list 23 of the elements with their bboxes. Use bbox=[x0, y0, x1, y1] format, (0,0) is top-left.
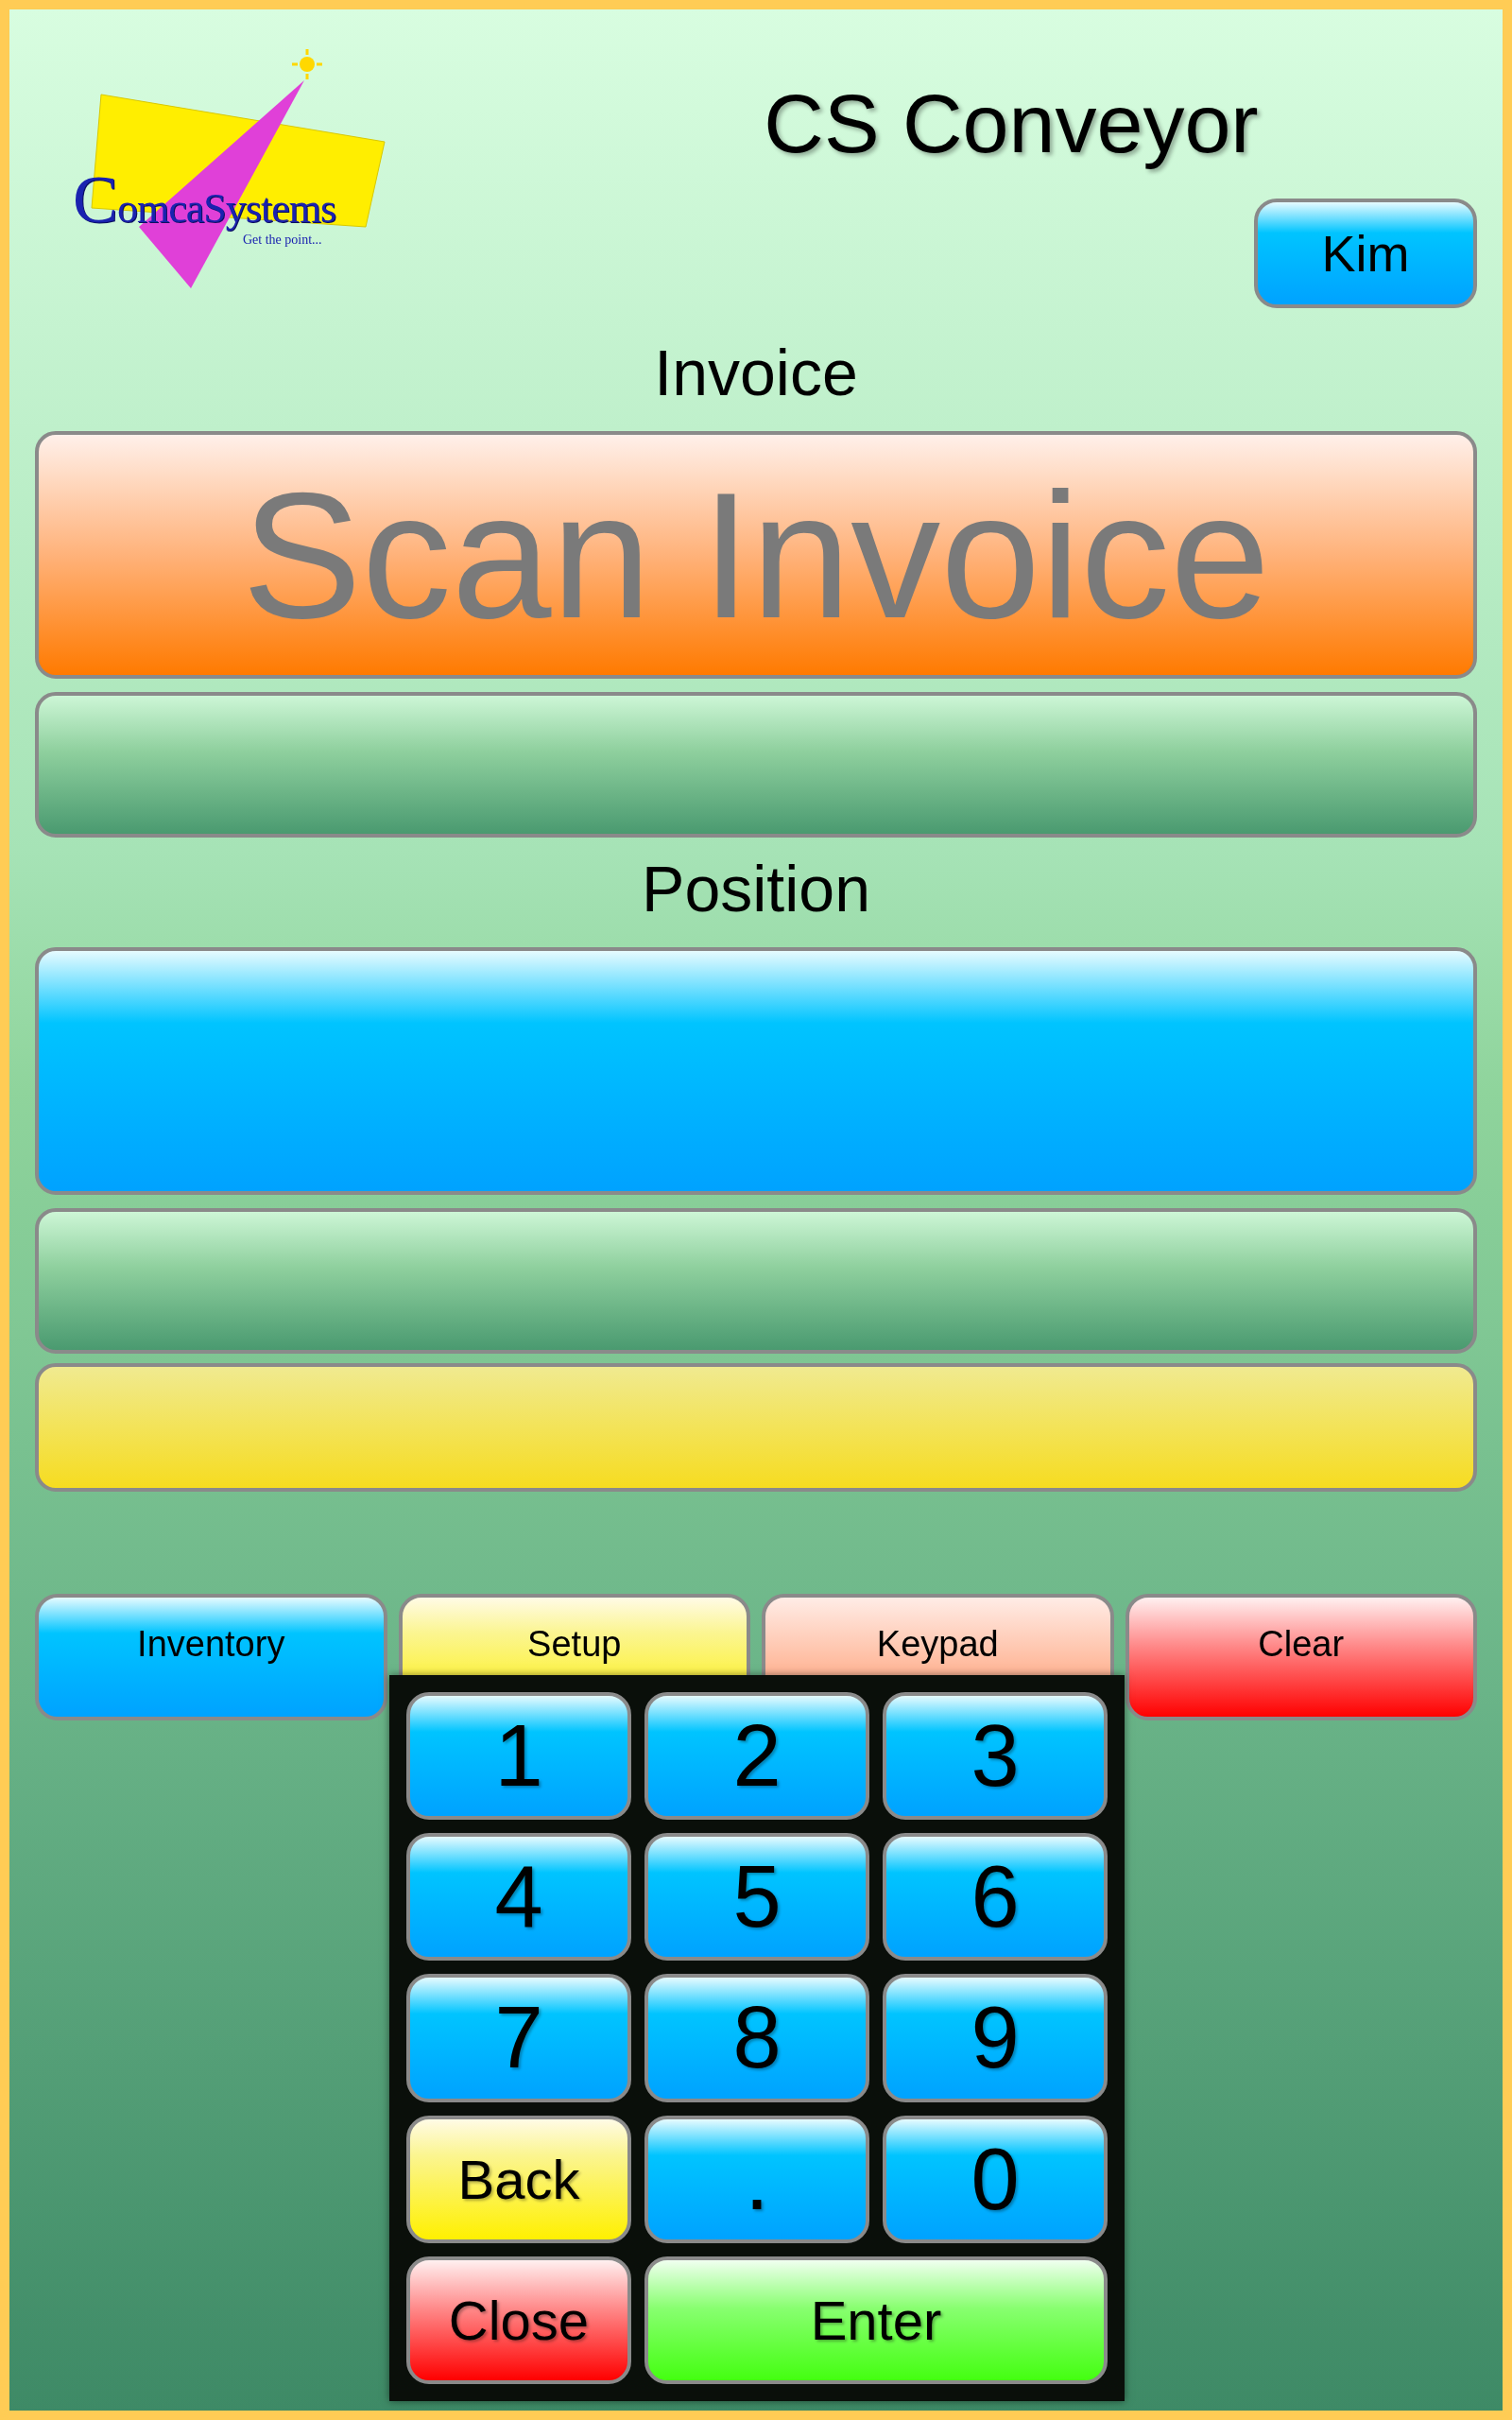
keypad-key[interactable]: 4 bbox=[406, 1833, 631, 1962]
keypad-key[interactable]: 8 bbox=[644, 1974, 869, 2102]
keypad-key[interactable]: 1 bbox=[406, 1692, 631, 1821]
keypad-key[interactable]: 2 bbox=[644, 1692, 869, 1821]
keypad-key[interactable]: 0 bbox=[883, 2115, 1108, 2243]
section-label: Invoice bbox=[654, 340, 858, 405]
keypad-key[interactable]: Back bbox=[406, 2115, 631, 2243]
keypad-key[interactable]: 7 bbox=[406, 1974, 631, 2102]
logo-tagline: Get the point... bbox=[243, 233, 322, 248]
position-field[interactable] bbox=[35, 947, 1477, 1195]
keypad-key[interactable]: 5 bbox=[644, 1833, 869, 1962]
action-button[interactable]: Inventory bbox=[35, 1594, 387, 1720]
keypad-key[interactable]: 9 bbox=[883, 1974, 1108, 2102]
keypad-key[interactable]: 3 bbox=[883, 1692, 1108, 1821]
keypad-key[interactable]: Enter bbox=[644, 2256, 1108, 2384]
section-label: Position bbox=[642, 856, 870, 921]
app-title: CS Conveyor bbox=[764, 76, 1259, 172]
keypad-key[interactable]: . bbox=[644, 2115, 869, 2243]
keypad-key[interactable]: Close bbox=[406, 2256, 631, 2384]
action-button[interactable]: Clear bbox=[1125, 1594, 1477, 1720]
invoice-field[interactable]: Scan Invoice bbox=[35, 431, 1477, 679]
user-button[interactable]: Kim bbox=[1254, 199, 1477, 308]
keypad-key[interactable]: 6 bbox=[883, 1833, 1108, 1962]
